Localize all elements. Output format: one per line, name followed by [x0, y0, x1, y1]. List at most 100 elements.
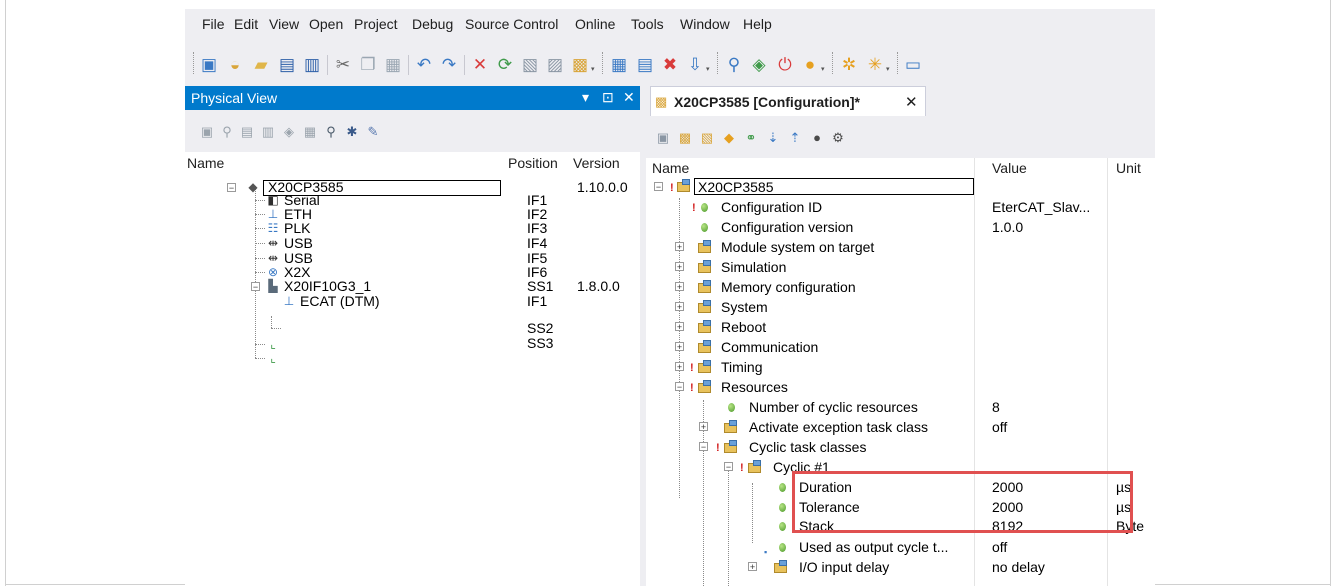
tree-row-x2x[interactable]: ⊗ X2X IF6	[185, 265, 640, 280]
config-item-value[interactable]: off	[992, 537, 1007, 557]
expand-icon[interactable]: +	[675, 242, 684, 252]
expand-icon[interactable]: +	[699, 422, 708, 432]
transfer-icon[interactable]: ⇩	[685, 55, 705, 75]
config-icon[interactable]: ▦	[302, 124, 318, 140]
sort-descending-icon[interactable]: ⇡	[787, 130, 803, 146]
column-version-header[interactable]: Version	[573, 155, 620, 171]
config-row-reboot[interactable]: + Reboot	[646, 317, 1155, 337]
tree-row-ecat[interactable]: ⊥ ECAT (DTM) IF1	[185, 294, 640, 309]
config-item-value[interactable]: no delay	[992, 557, 1045, 577]
tree-row-plk[interactable]: ☷ PLK IF3	[185, 221, 640, 236]
config-row-module-system[interactable]: + Module system on target	[646, 237, 1155, 257]
properties-icon[interactable]: ▧	[520, 55, 540, 75]
status-light-icon[interactable]: ●	[800, 55, 820, 75]
save-icon[interactable]: ▤	[277, 55, 297, 75]
config-row-configuration-version[interactable]: Configuration version 1.0.0	[646, 217, 1155, 237]
stop-build-icon[interactable]: ✖	[660, 55, 680, 75]
new-project-icon[interactable]: ▣	[199, 55, 219, 75]
tree-row-serial[interactable]: ◧ Serial IF1	[185, 193, 640, 208]
window-icon[interactable]: ▭	[903, 55, 923, 75]
menu-open[interactable]: Open	[309, 16, 343, 32]
undo-icon[interactable]: ↶	[414, 55, 434, 75]
find-icon[interactable]: ⚲	[219, 124, 235, 140]
build-icon[interactable]: ▦	[609, 55, 629, 75]
properties-icon[interactable]: ▣	[199, 124, 215, 140]
expand-icon[interactable]: +	[675, 322, 684, 332]
config-item-value[interactable]: off	[992, 417, 1007, 437]
config-row-configuration-id[interactable]: ! Configuration ID EterCAT_Slav...	[646, 197, 1155, 217]
menu-edit[interactable]: Edit	[234, 16, 258, 32]
column-name-header[interactable]: Name	[652, 160, 689, 176]
sort-ascending-icon[interactable]: ⇣	[765, 130, 781, 146]
menu-project[interactable]: Project	[354, 16, 398, 32]
toolbar-dropdown-icon[interactable]: ▾	[821, 65, 829, 75]
toolbar-grip[interactable]	[897, 52, 900, 74]
collapse-icon[interactable]: −	[724, 462, 733, 472]
tree-row-usb-2[interactable]: ⇹ USB IF5	[185, 251, 640, 266]
debug-step-icon[interactable]: ✳	[865, 55, 885, 75]
open-project-icon[interactable]: ◒	[225, 55, 245, 75]
module-icon[interactable]: ▤	[239, 124, 255, 140]
physical-view-title-bar[interactable]: Physical View ▾ ⊡ ✕	[185, 86, 640, 110]
tab-configuration[interactable]: ▩ X20CP3585 [Configuration]* ✕	[650, 86, 926, 116]
expand-icon[interactable]: +	[748, 562, 757, 572]
collapse-icon[interactable]: −	[699, 442, 708, 452]
refresh-icon[interactable]: ⟳	[495, 55, 515, 75]
debug-icon[interactable]: ✲	[839, 55, 859, 75]
document-icon[interactable]: ▧	[699, 130, 715, 146]
navigate-icon[interactable]: ◆	[721, 130, 737, 146]
column-unit-header[interactable]: Unit	[1116, 160, 1141, 176]
copy-icon[interactable]: ❐	[358, 55, 378, 75]
menu-view[interactable]: View	[269, 16, 299, 32]
expand-icon[interactable]: +	[675, 282, 684, 292]
collapse-icon[interactable]: −	[227, 183, 236, 193]
tree-row-eth[interactable]: ⊥ ETH IF2	[185, 207, 640, 222]
configuration-icon[interactable]: ▩	[677, 130, 693, 146]
panel-pin-icon[interactable]: ⊡	[602, 89, 614, 106]
delete-icon[interactable]: ✕	[470, 55, 490, 75]
config-row-communication[interactable]: + Communication	[646, 337, 1155, 357]
column-position-header[interactable]: Position	[508, 155, 558, 171]
menu-file[interactable]: File	[202, 16, 225, 32]
document-icon[interactable]: ▨	[545, 55, 565, 75]
tools-icon[interactable]: ✎	[365, 124, 381, 140]
cut-icon[interactable]: ✂	[333, 55, 353, 75]
rebuild-icon[interactable]: ▤	[635, 55, 655, 75]
config-item-value[interactable]: 1.0.0	[992, 217, 1023, 237]
monitor-icon[interactable]: ◈	[749, 55, 769, 75]
menu-window[interactable]: Window	[680, 16, 730, 32]
hardware-icon[interactable]: ▥	[260, 124, 276, 140]
config-row-simulation[interactable]: + Simulation	[646, 257, 1155, 277]
config-row-root[interactable]: − ! X20CP3585	[646, 177, 1155, 197]
toolbar-dropdown-icon[interactable]: ▾	[706, 65, 714, 75]
redo-icon[interactable]: ↷	[439, 55, 459, 75]
expand-icon[interactable]: +	[675, 362, 684, 372]
config-row-io-input-delay[interactable]: + I/O input delay no delay	[646, 557, 1155, 577]
config-row-output-cycle[interactable]: ▪ Used as output cycle t... off	[646, 537, 1155, 557]
config-row-cyclic-task-classes[interactable]: − ! Cyclic task classes	[646, 437, 1155, 457]
power-icon[interactable]: ⏻	[775, 55, 795, 75]
config-row-timing[interactable]: + ! Timing	[646, 357, 1155, 377]
settings-icon[interactable]: ▩	[570, 55, 590, 75]
properties-icon[interactable]: ▣	[655, 130, 671, 146]
menu-source-control[interactable]: Source Control	[465, 16, 558, 32]
panel-close-icon[interactable]: ✕	[623, 89, 635, 106]
tree-row-ss2[interactable]: ⌞ SS2	[185, 321, 640, 352]
expand-icon[interactable]: +	[675, 342, 684, 352]
config-row-cyclic-resources[interactable]: Number of cyclic resources 8	[646, 397, 1155, 417]
connect-icon[interactable]: ◈	[281, 124, 297, 140]
config-item-value[interactable]: EterCAT_Slav...	[992, 197, 1090, 217]
open-folder-icon[interactable]: ▰	[251, 55, 271, 75]
toolbar-grip[interactable]	[832, 52, 835, 74]
tree-row-usb-1[interactable]: ⇹ USB IF4	[185, 236, 640, 251]
collapse-icon[interactable]: −	[675, 382, 684, 392]
tree-row-ss3[interactable]: ⌞ SS3	[185, 336, 640, 366]
tree-row-x20if10g3[interactable]: − ▙ X20IF10G3_1 SS1 1.8.0.0	[185, 279, 640, 294]
panel-dropdown-icon[interactable]: ▾	[582, 89, 589, 106]
search-icon[interactable]: ⚲	[323, 124, 339, 140]
menu-online[interactable]: Online	[575, 16, 615, 32]
menu-help[interactable]: Help	[743, 16, 772, 32]
toolbar-dropdown-icon[interactable]: ▾	[591, 65, 599, 75]
gears-icon[interactable]: ⚙	[830, 130, 846, 146]
expand-icon[interactable]: +	[675, 302, 684, 312]
